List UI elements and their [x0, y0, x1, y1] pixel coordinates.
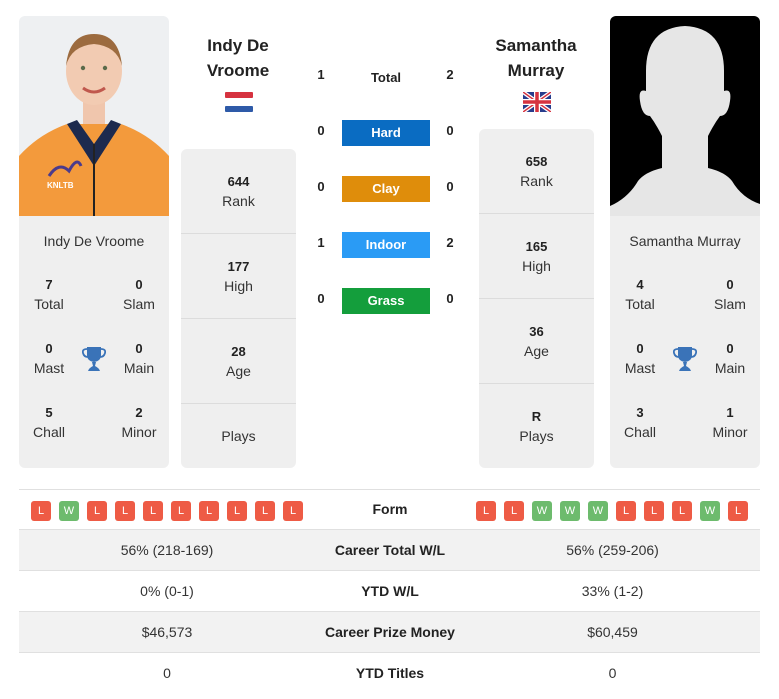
- netherlands-flag-icon: [225, 92, 253, 112]
- career-wl-label: Career Total W/L: [334, 542, 446, 558]
- player1-career-wl: 56% (218-169): [120, 542, 214, 558]
- h2h-indoor-p2: 2: [446, 235, 454, 250]
- player1-portrait-image: KNLTB: [19, 16, 169, 216]
- player1-form-badge-loss[interactable]: L: [87, 501, 107, 521]
- player1-plays: Plays: [221, 428, 256, 444]
- h2h-grass-p1: 0: [317, 291, 325, 306]
- player1-titles-card: Indy De Vroome 7 Total 0 Slam 0 Mast 0 M…: [19, 216, 169, 468]
- player1-rank: 644 Rank: [181, 149, 296, 234]
- player2-titles-chall: 3 Chall: [624, 405, 656, 440]
- player2-age: 36 Age: [479, 299, 594, 384]
- player1-ytd-titles: 0: [163, 665, 171, 681]
- player1-stats: 644 Rank 177 High 28 Age Plays: [181, 149, 296, 468]
- player2-form-badge-loss[interactable]: L: [476, 501, 496, 521]
- player1-titles-chall: 5 Chall: [33, 405, 65, 440]
- player2-titles-minor: 1 Minor: [712, 405, 748, 440]
- player1-titles-mast: 0 Mast: [33, 341, 65, 376]
- player1-form-badge-win[interactable]: W: [59, 501, 79, 521]
- player2-career-wl: 56% (259-206): [566, 542, 659, 558]
- player2-name[interactable]: Samantha Murray: [610, 233, 760, 249]
- player2-plays: R Plays: [519, 409, 554, 444]
- player2-header-name[interactable]: Samantha Murray: [461, 33, 611, 83]
- h2h-hard-p1: 0: [317, 123, 325, 138]
- player2-prize-money: $60,459: [587, 624, 638, 640]
- player1-form-badge-loss[interactable]: L: [255, 501, 275, 521]
- player1-titles-slam: 0 Slam: [123, 277, 155, 312]
- player1-header-name[interactable]: Indy De Vroome: [163, 33, 313, 83]
- player1-form-badge-loss[interactable]: L: [199, 501, 219, 521]
- player2-form-badge-loss[interactable]: L: [672, 501, 692, 521]
- player1-form-badge-loss[interactable]: L: [31, 501, 51, 521]
- player1-photo[interactable]: KNLTB: [19, 16, 169, 216]
- h2h-hard-p2: 0: [446, 123, 454, 138]
- player2-rank: 658 Rank: [479, 129, 594, 214]
- player1-high: 177 High: [181, 234, 296, 319]
- player2-titles-mast: 0 Mast: [624, 341, 656, 376]
- player2-titles-slam: 0 Slam: [714, 277, 746, 312]
- player1-form-badge-loss[interactable]: L: [115, 501, 135, 521]
- player1-form-badge-loss[interactable]: L: [227, 501, 247, 521]
- player1-form-badge-loss[interactable]: L: [171, 501, 191, 521]
- player2-titles-total: 4 Total: [625, 277, 655, 312]
- ytd-wl-row: 0% (0-1) YTD W/L 33% (1-2): [19, 571, 760, 612]
- player1-titles-minor: 2 Minor: [121, 405, 157, 440]
- player2-form-badge-loss[interactable]: L: [616, 501, 636, 521]
- player2-stats: 658 Rank 165 High 36 Age R Plays: [479, 129, 594, 468]
- player2-form-badge-loss[interactable]: L: [728, 501, 748, 521]
- ytd-titles-row: 0 YTD Titles 0: [19, 653, 760, 694]
- player2-form-badge-win[interactable]: W: [560, 501, 580, 521]
- player1-titles-main: 0 Main: [123, 341, 155, 376]
- player1-prize-money: $46,573: [141, 624, 193, 640]
- h2h-total-p2: 2: [446, 67, 454, 82]
- player2-form-badge-win[interactable]: W: [532, 501, 552, 521]
- ytd-titles-label: YTD Titles: [355, 665, 425, 681]
- surface-indoor-label[interactable]: Indoor: [342, 232, 430, 258]
- player1-age: 28 Age: [181, 319, 296, 404]
- form-row: LWLLLLLLLL Form LLWWWLLLWL: [19, 489, 760, 530]
- h2h-indoor-p1: 1: [317, 235, 325, 250]
- player2-ytd-wl: 33% (1-2): [581, 583, 644, 599]
- player2-photo[interactable]: [610, 16, 760, 216]
- career-wl-row: 56% (218-169) Career Total W/L 56% (259-…: [19, 530, 760, 571]
- player2-form-badge-win[interactable]: W: [700, 501, 720, 521]
- h2h-clay-p2: 0: [446, 179, 454, 194]
- player1-titles-total: 7 Total: [34, 277, 64, 312]
- surface-grass-label[interactable]: Grass: [342, 288, 430, 314]
- surface-hard-label[interactable]: Hard: [342, 120, 430, 146]
- surface-clay-label[interactable]: Clay: [342, 176, 430, 202]
- player2-titles-card: Samantha Murray 4 Total 0 Slam 0 Mast 0 …: [610, 216, 760, 468]
- player2-form-badge-win[interactable]: W: [588, 501, 608, 521]
- uk-flag-icon: [521, 90, 553, 114]
- h2h-clay-p1: 0: [317, 179, 325, 194]
- player2-form-badge-loss[interactable]: L: [504, 501, 524, 521]
- player2-high: 165 High: [479, 214, 594, 299]
- h2h-total-label: Total: [370, 70, 402, 85]
- trophy-icon: [81, 346, 107, 372]
- ytd-wl-label: YTD W/L: [361, 583, 419, 599]
- player2-form-badge-loss[interactable]: L: [644, 501, 664, 521]
- silhouette-placeholder-icon: [610, 16, 760, 216]
- player1-ytd-wl: 0% (0-1): [140, 583, 194, 599]
- h2h-grass-p2: 0: [446, 291, 454, 306]
- form-label: Form: [372, 501, 408, 517]
- player2-titles-main: 0 Main: [714, 341, 746, 376]
- svg-text:KNLTB: KNLTB: [47, 181, 74, 190]
- prize-money-label: Career Prize Money: [325, 624, 455, 640]
- trophy-icon: [672, 346, 698, 372]
- prize-money-row: $46,573 Career Prize Money $60,459: [19, 612, 760, 653]
- player1-name[interactable]: Indy De Vroome: [19, 233, 169, 249]
- player2-ytd-titles: 0: [608, 665, 617, 681]
- h2h-total-p1: 1: [317, 67, 325, 82]
- player1-form-badge-loss[interactable]: L: [283, 501, 303, 521]
- player1-form-badge-loss[interactable]: L: [143, 501, 163, 521]
